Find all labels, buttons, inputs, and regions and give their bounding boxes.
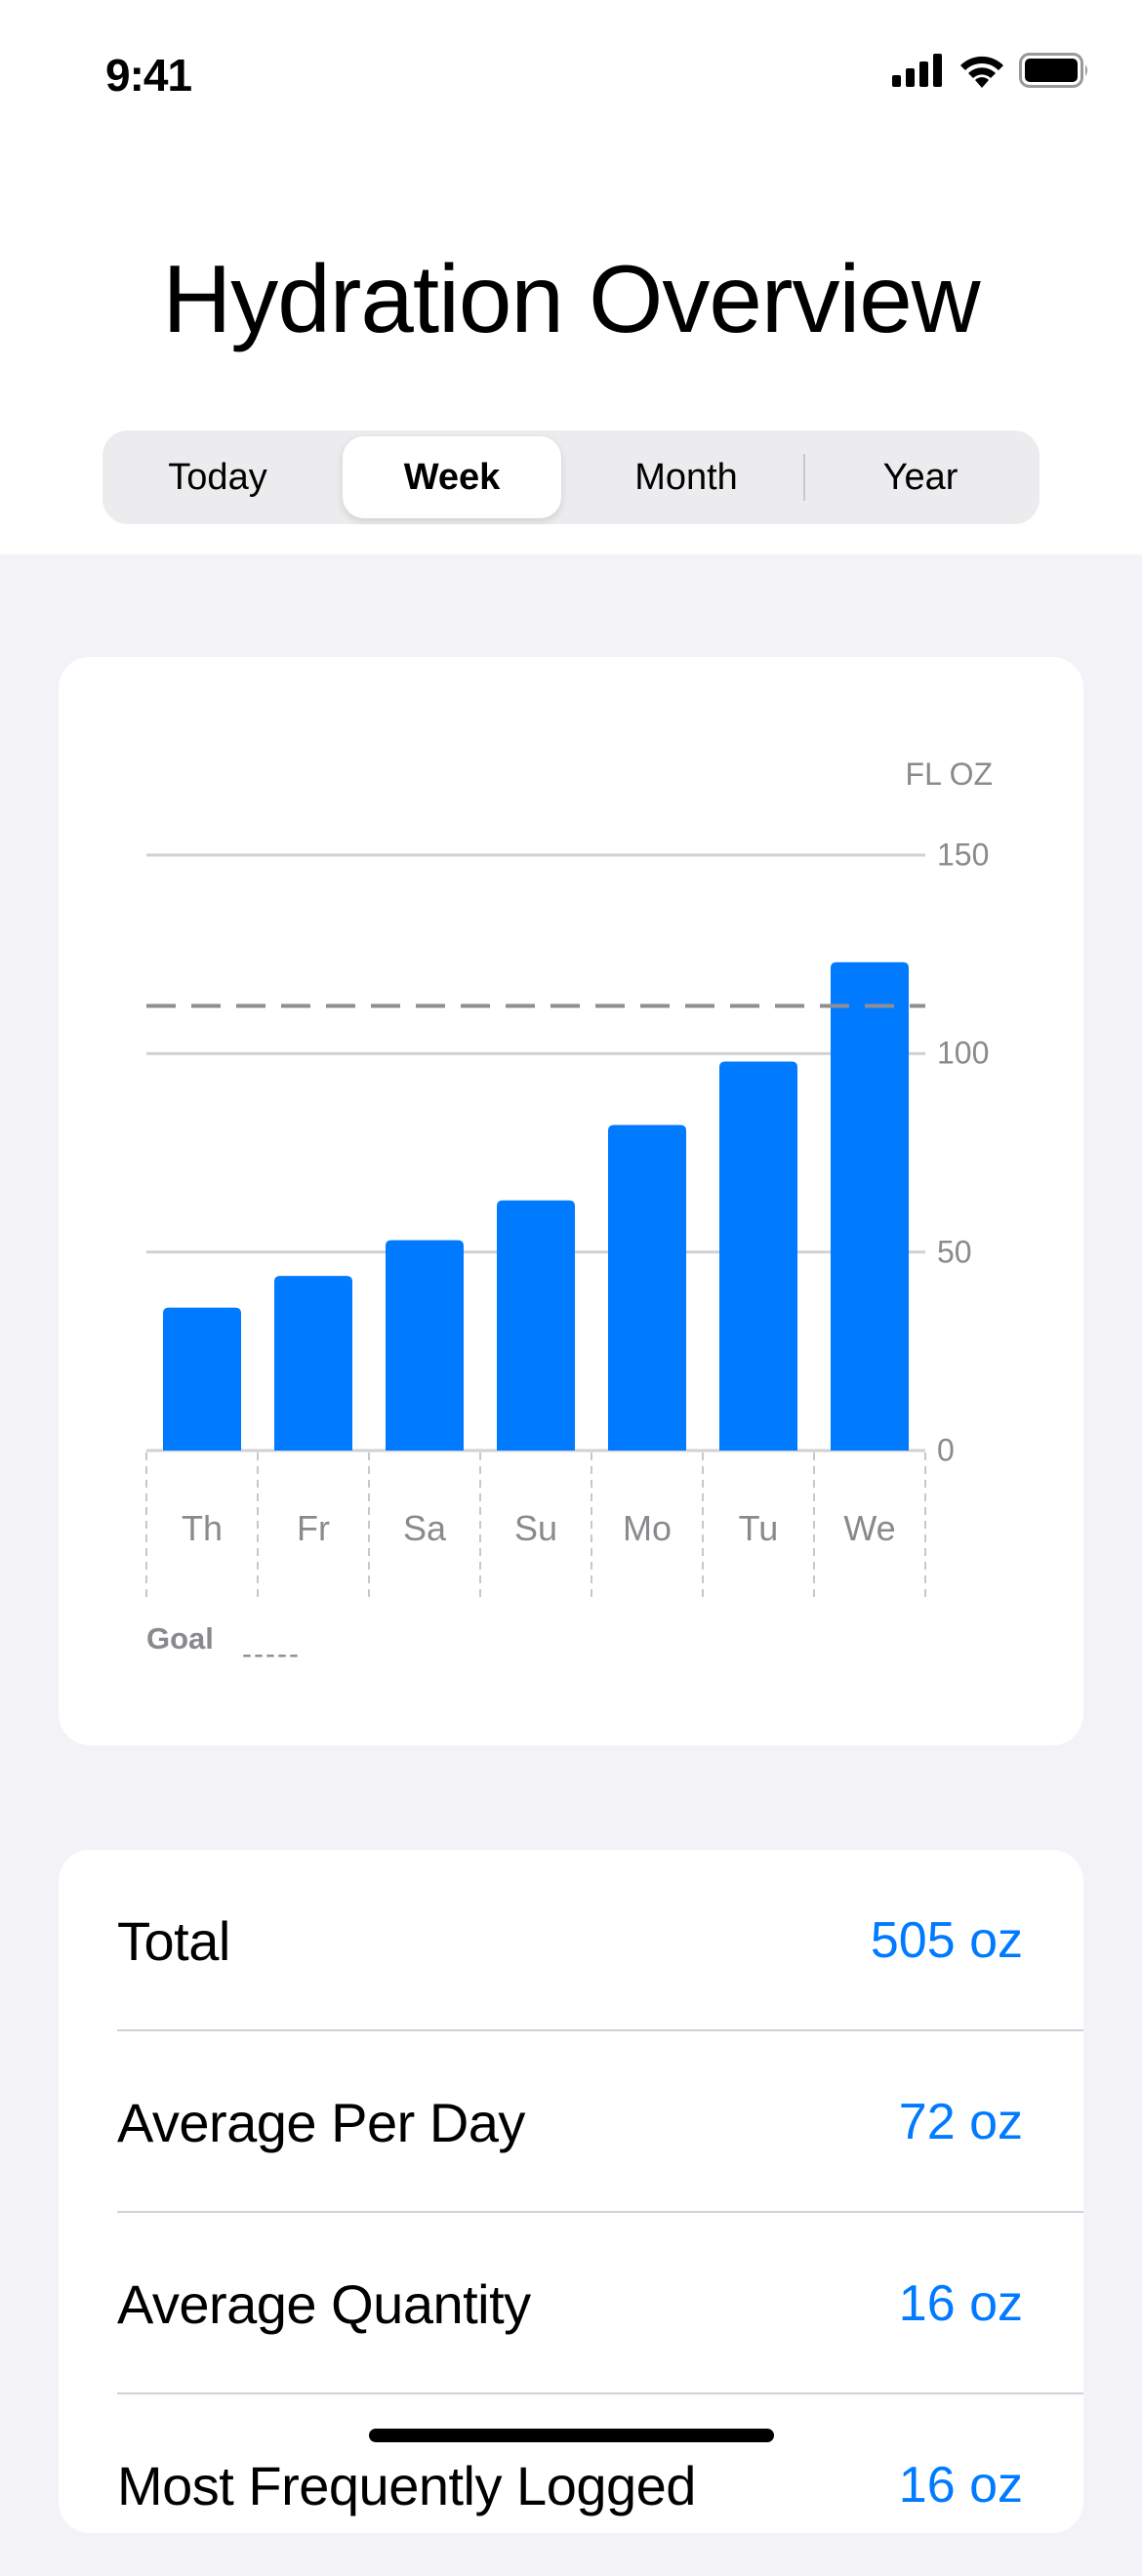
x-tick-label: Th <box>181 1508 223 1548</box>
segment-week[interactable]: Week <box>343 436 561 518</box>
bar-fr <box>274 1276 352 1451</box>
x-tick-label: Tu <box>738 1508 779 1548</box>
segment-month[interactable]: Month <box>577 436 795 518</box>
stat-label: Average Per Day <box>117 2091 525 2153</box>
stat-value: 72 oz <box>898 2094 1023 2150</box>
y-tick-label: 50 <box>937 1234 972 1270</box>
x-tick-label: Sa <box>402 1508 447 1548</box>
bar-th <box>163 1307 241 1451</box>
segment-divider <box>803 454 805 501</box>
segment-today[interactable]: Today <box>108 436 327 518</box>
stat-label: Total <box>117 1909 230 1972</box>
cellular-signal-icon <box>892 54 942 87</box>
bar-we <box>831 961 909 1451</box>
stat-row-average-per-day[interactable]: Average Per Day 72 oz <box>117 2031 1083 2213</box>
bar-mo <box>608 1124 686 1451</box>
stat-value: 505 oz <box>870 1912 1023 1969</box>
goal-legend-label: Goal <box>146 1621 214 1656</box>
chart-card: FL OZ 0 50 100 150 Th Fr Sa Su Mo Tu We Goal ----… <box>59 657 1083 1745</box>
battery-icon <box>1019 53 1087 88</box>
stat-label: Average Quantity <box>117 2272 531 2335</box>
stat-label: Most Frequently Logged <box>117 2454 696 2516</box>
x-tick-label: Fr <box>297 1508 330 1548</box>
stat-row-total[interactable]: Total 505 oz <box>117 1850 1083 2031</box>
wifi-icon <box>960 56 1003 88</box>
bar-su <box>497 1200 575 1451</box>
bar-chart <box>145 853 926 1597</box>
page-title: Hydration Overview <box>162 245 980 352</box>
bar-sa <box>386 1240 464 1451</box>
bar-tu <box>719 1061 797 1451</box>
y-tick-label: 100 <box>937 1035 990 1071</box>
x-tick-label: We <box>843 1508 896 1548</box>
y-tick-label: 0 <box>937 1432 955 1468</box>
period-segmented-control: Today Week Month Year <box>102 430 1040 524</box>
status-icons <box>892 53 1089 88</box>
y-tick-label: 150 <box>937 837 990 873</box>
stat-value: 16 oz <box>898 2275 1023 2332</box>
stat-row-average-quantity[interactable]: Average Quantity 16 oz <box>117 2213 1083 2394</box>
header-area: 9:41 Hydration Overview Today Week Month… <box>0 0 1142 554</box>
stat-value: 16 oz <box>898 2457 1023 2514</box>
x-tick-label: Mo <box>622 1508 672 1548</box>
home-indicator[interactable] <box>369 2429 774 2442</box>
segment-year[interactable]: Year <box>811 436 1030 518</box>
stat-row-most-frequent[interactable]: Most Frequently Logged 16 oz <box>117 2394 1083 2576</box>
status-time: 9:41 <box>105 50 192 101</box>
x-tick-label: Su <box>513 1508 558 1548</box>
goal-legend-symbol: ----- <box>242 1638 301 1670</box>
